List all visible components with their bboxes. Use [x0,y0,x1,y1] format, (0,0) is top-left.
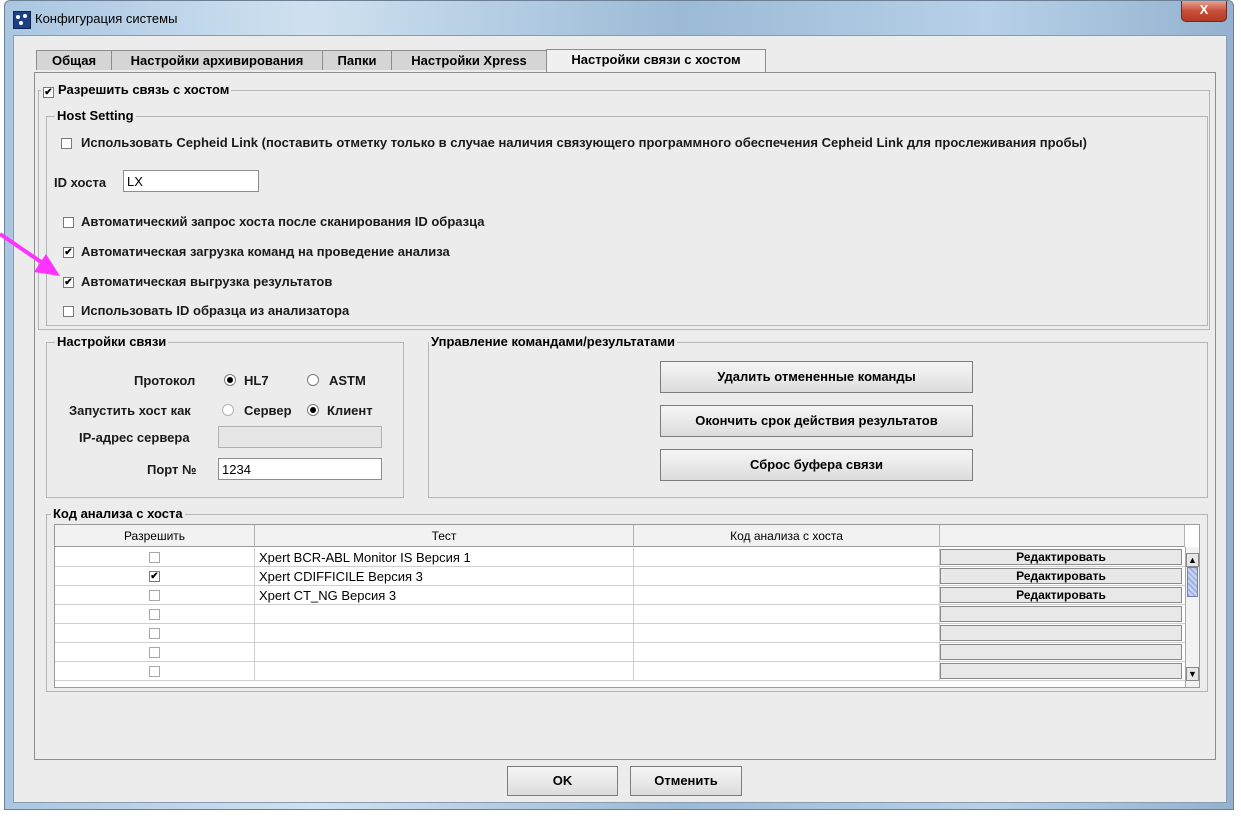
cepheid-link-checkbox[interactable] [61,138,72,149]
row-host-code[interactable] [634,624,940,643]
enable-host-checkbox[interactable]: ✔ [43,87,54,98]
tab-host-communication[interactable]: Настройки связи с хостом [546,49,766,72]
table-row[interactable]: ✔ Xpert CDIFFICILE Версия 3 Редактироват… [55,567,1185,586]
scroll-up-arrow-icon[interactable]: ▲ [1186,553,1199,567]
column-header-host-code[interactable]: Код анализа с хоста [634,525,940,547]
scroll-thumb[interactable] [1187,567,1198,597]
row-enable-checkbox[interactable] [149,609,160,620]
row-host-code[interactable] [634,548,940,567]
window-title: Конфигурация системы [35,11,178,26]
table-row[interactable] [55,624,1185,643]
row-enable-checkbox[interactable] [149,628,160,639]
auto-host-query-label: Автоматический запрос хоста после сканир… [81,214,485,229]
row-host-code[interactable] [634,586,940,605]
table-row[interactable]: Xpert BCR-ABL Monitor IS Версия 1 Редакт… [55,548,1185,567]
port-input[interactable] [218,458,382,480]
scroll-down-arrow-icon[interactable]: ▼ [1186,667,1199,681]
annotation-arrow-icon [0,232,60,276]
order-mgmt-legend: Управление командами/результатами [429,334,678,349]
host-test-code-legend: Код анализа с хоста [51,506,185,521]
row-test-name [255,605,634,624]
tab-general[interactable]: Общая [36,50,112,70]
run-as-server-radio[interactable] [222,404,234,416]
tab-folders[interactable]: Папки [322,50,392,70]
protocol-label: Протокол [134,373,196,388]
column-header-enable[interactable]: Разрешить [55,525,255,547]
table-row[interactable] [55,605,1185,624]
protocol-hl7-label: HL7 [244,373,269,388]
protocol-hl7-radio[interactable] [224,374,236,386]
row-edit-button[interactable] [940,625,1182,641]
row-edit-button[interactable]: Редактировать [940,587,1182,603]
host-id-input[interactable] [123,170,259,192]
row-test-name [255,624,634,643]
server-ip-label: IP-адрес сервера [79,430,190,445]
row-enable-checkbox[interactable] [149,666,160,677]
protocol-astm-radio[interactable] [307,374,319,386]
table-scrollbar[interactable]: ▲ ▼ [1185,547,1199,687]
host-test-code-table: Разрешить Тест Код анализа с хоста Xpert… [54,524,1200,688]
table-row[interactable]: Xpert CT_NG Версия 3 Редактировать [55,586,1185,605]
row-edit-button[interactable] [940,663,1182,679]
port-label: Порт № [147,462,197,477]
row-enable-checkbox[interactable] [149,590,160,601]
host-setting-legend: Host Setting [55,108,136,123]
title-bar[interactable]: Конфигурация системы X [5,1,1233,35]
row-enable-checkbox[interactable] [149,552,160,563]
column-header-test[interactable]: Тест [255,525,634,547]
delete-cancelled-orders-button[interactable]: Удалить отмененные команды [660,361,973,393]
row-edit-button[interactable] [940,606,1182,622]
column-header-edit [940,525,1185,547]
row-test-name: Xpert BCR-ABL Monitor IS Версия 1 [255,548,634,567]
row-enable-checkbox[interactable]: ✔ [149,571,160,582]
row-host-code[interactable] [634,605,940,624]
row-test-name: Xpert CT_NG Версия 3 [255,586,634,605]
expire-results-button[interactable]: Окончить срок действия результатов [660,405,973,437]
cepheid-link-label: Использовать Cepheid Link (поставить отм… [81,135,1087,150]
run-as-client-radio[interactable] [307,404,319,416]
app-icon [13,11,31,29]
run-as-label: Запустить хост как [69,403,191,418]
table-row[interactable] [55,662,1185,681]
row-host-code[interactable] [634,567,940,586]
host-id-label: ID хоста [54,175,107,190]
use-analyzer-sample-id-label: Использовать ID образца из анализатора [81,303,350,318]
row-host-code[interactable] [634,643,940,662]
row-test-name [255,643,634,662]
enable-host-legend: ✔ Разрешить связь с хостом [41,82,232,98]
auto-host-query-checkbox[interactable] [63,217,74,228]
row-host-code[interactable] [634,662,940,681]
ok-button[interactable]: OK [507,766,618,796]
enable-host-label: Разрешить связь с хостом [58,82,230,97]
server-ip-input[interactable] [218,426,382,448]
row-test-name [255,662,634,681]
table-row[interactable] [55,643,1185,662]
cancel-button[interactable]: Отменить [630,766,742,796]
reset-comm-buffer-button[interactable]: Сброс буфера связи [660,449,973,481]
row-edit-button[interactable]: Редактировать [940,549,1182,565]
use-analyzer-sample-id-checkbox[interactable] [63,306,74,317]
protocol-astm-label: ASTM [329,373,366,388]
row-edit-button[interactable]: Редактировать [940,568,1182,584]
tab-xpress-settings[interactable]: Настройки Xpress [391,50,547,70]
row-test-name: Xpert CDIFFICILE Версия 3 [255,567,634,586]
run-as-client-label: Клиент [327,403,373,418]
auto-download-orders-label: Автоматическая загрузка команд на провед… [81,244,450,259]
run-as-server-label: Сервер [244,403,292,418]
auto-upload-results-label: Автоматическая выгрузка результатов [81,274,333,289]
row-enable-checkbox[interactable] [149,647,160,658]
tab-archive-settings[interactable]: Настройки архивирования [111,50,323,70]
comm-settings-legend: Настройки связи [55,334,169,349]
close-button[interactable]: X [1181,1,1227,22]
row-edit-button[interactable] [940,644,1182,660]
